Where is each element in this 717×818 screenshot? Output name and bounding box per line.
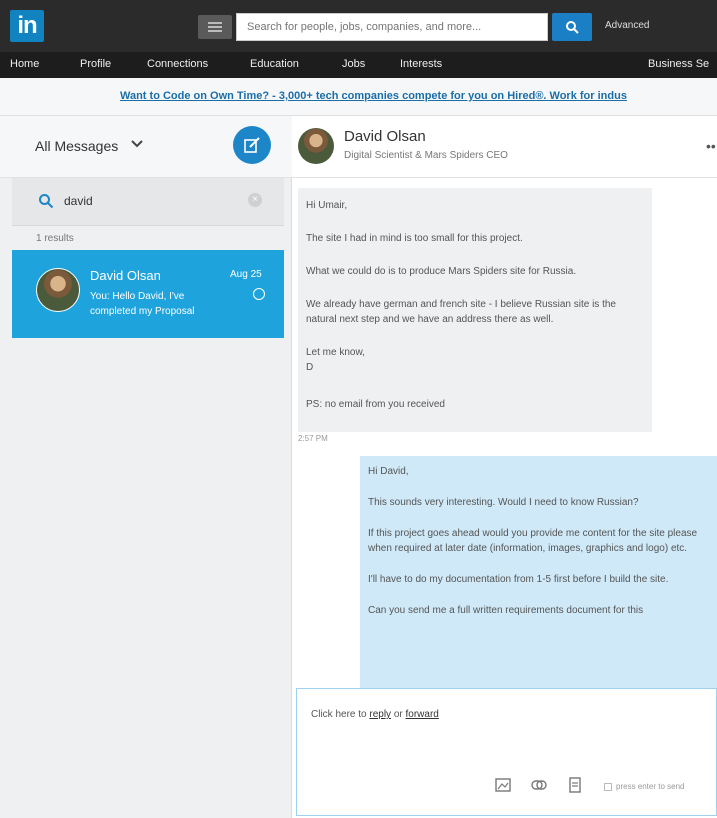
chevron-down-icon[interactable]: [130, 136, 144, 150]
nav-business-services[interactable]: Business Se: [648, 58, 709, 70]
message-line: The site I had in mind is too small for …: [306, 233, 523, 244]
more-icon[interactable]: ••: [706, 138, 716, 154]
reply-hint-or: or: [393, 709, 403, 720]
reply-box[interactable]: Click here to reply or forward press ent…: [296, 688, 717, 816]
search-icon: [39, 194, 54, 209]
press-enter-option[interactable]: press enter to send: [604, 782, 684, 791]
message-line: This sounds very interesting. Would I ne…: [368, 497, 639, 508]
message-line: What we could do is to produce Mars Spid…: [306, 266, 577, 277]
outgoing-message: Hi David, This sounds very interesting. …: [360, 456, 717, 688]
message-line: We already have german and french site -…: [306, 299, 616, 325]
main-nav: Home Profile Connections Education Jobs …: [0, 52, 717, 78]
nav-jobs[interactable]: Jobs: [342, 58, 365, 70]
search-button[interactable]: [552, 13, 592, 41]
ad-banner: Want to Code on Own Time? - 3,000+ tech …: [0, 78, 717, 116]
linkedin-logo[interactable]: in: [10, 10, 44, 42]
message-list-panel: All Messages david × 1 results David Ols…: [0, 116, 292, 818]
compose-button[interactable]: [233, 126, 271, 164]
nav-connections[interactable]: Connections: [147, 58, 208, 70]
top-header: in Advanced: [0, 0, 717, 52]
search-icon: [566, 21, 579, 34]
message-search-input[interactable]: david: [64, 194, 93, 208]
message-line: PS: no email from you received: [306, 399, 445, 410]
message-search[interactable]: david ×: [12, 178, 284, 226]
message-line: Let me know,: [306, 347, 365, 358]
message-line: Can you send me a full written requireme…: [368, 605, 644, 616]
advanced-search-link[interactable]: Advanced: [605, 20, 649, 31]
message-line: Hi David,: [368, 466, 409, 477]
thread-header: David Olsan Digital Scientist & Mars Spi…: [292, 116, 717, 178]
contact-name[interactable]: David Olsan: [344, 128, 426, 145]
nav-home[interactable]: Home: [10, 58, 39, 70]
reply-link[interactable]: reply: [369, 709, 391, 720]
nav-profile[interactable]: Profile: [80, 58, 111, 70]
message-line: I'll have to do my documentation from 1-…: [368, 574, 669, 585]
reply-hint-prefix: Click here to: [311, 709, 367, 720]
forward-link[interactable]: forward: [406, 709, 439, 720]
nav-interests[interactable]: Interests: [400, 58, 442, 70]
message-filter-label[interactable]: All Messages: [35, 138, 118, 154]
press-enter-checkbox[interactable]: [604, 782, 612, 791]
conversation-preview: You: Hello David, I've completed my Prop…: [90, 291, 195, 317]
document-icon[interactable]: [567, 777, 583, 793]
conversation-panel: David Olsan Digital Scientist & Mars Spi…: [292, 116, 717, 818]
nav-education[interactable]: Education: [250, 58, 299, 70]
conversation-date: Aug 25: [230, 269, 262, 280]
message-list-header: All Messages: [0, 116, 292, 178]
contact-title: Digital Scientist & Mars Spiders CEO: [344, 150, 508, 161]
avatar: [36, 268, 80, 312]
clear-icon[interactable]: ×: [248, 193, 262, 207]
message-line: Hi Umair,: [306, 200, 348, 211]
message-timestamp: 2:57 PM: [298, 434, 328, 443]
reply-hint: Click here to reply or forward: [311, 709, 439, 720]
message-line: If this project goes ahead would you pro…: [368, 528, 698, 554]
menu-icon[interactable]: [198, 15, 232, 39]
image-icon[interactable]: [495, 777, 511, 793]
compose-icon: [244, 137, 260, 153]
incoming-message: Hi Umair, The site I had in mind is too …: [298, 188, 652, 432]
message-line: D: [306, 362, 314, 373]
status-icon[interactable]: [253, 288, 265, 300]
search-input[interactable]: [236, 13, 548, 41]
ad-link[interactable]: Want to Code on Own Time? - 3,000+ tech …: [120, 90, 627, 102]
attach-icon[interactable]: [531, 777, 547, 793]
avatar[interactable]: [298, 128, 334, 164]
conversation-item[interactable]: David Olsan You: Hello David, I've compl…: [12, 250, 284, 338]
results-count: 1 results: [36, 233, 74, 244]
press-enter-label: press enter to send: [616, 782, 685, 791]
conversation-name: David Olsan: [90, 268, 161, 283]
